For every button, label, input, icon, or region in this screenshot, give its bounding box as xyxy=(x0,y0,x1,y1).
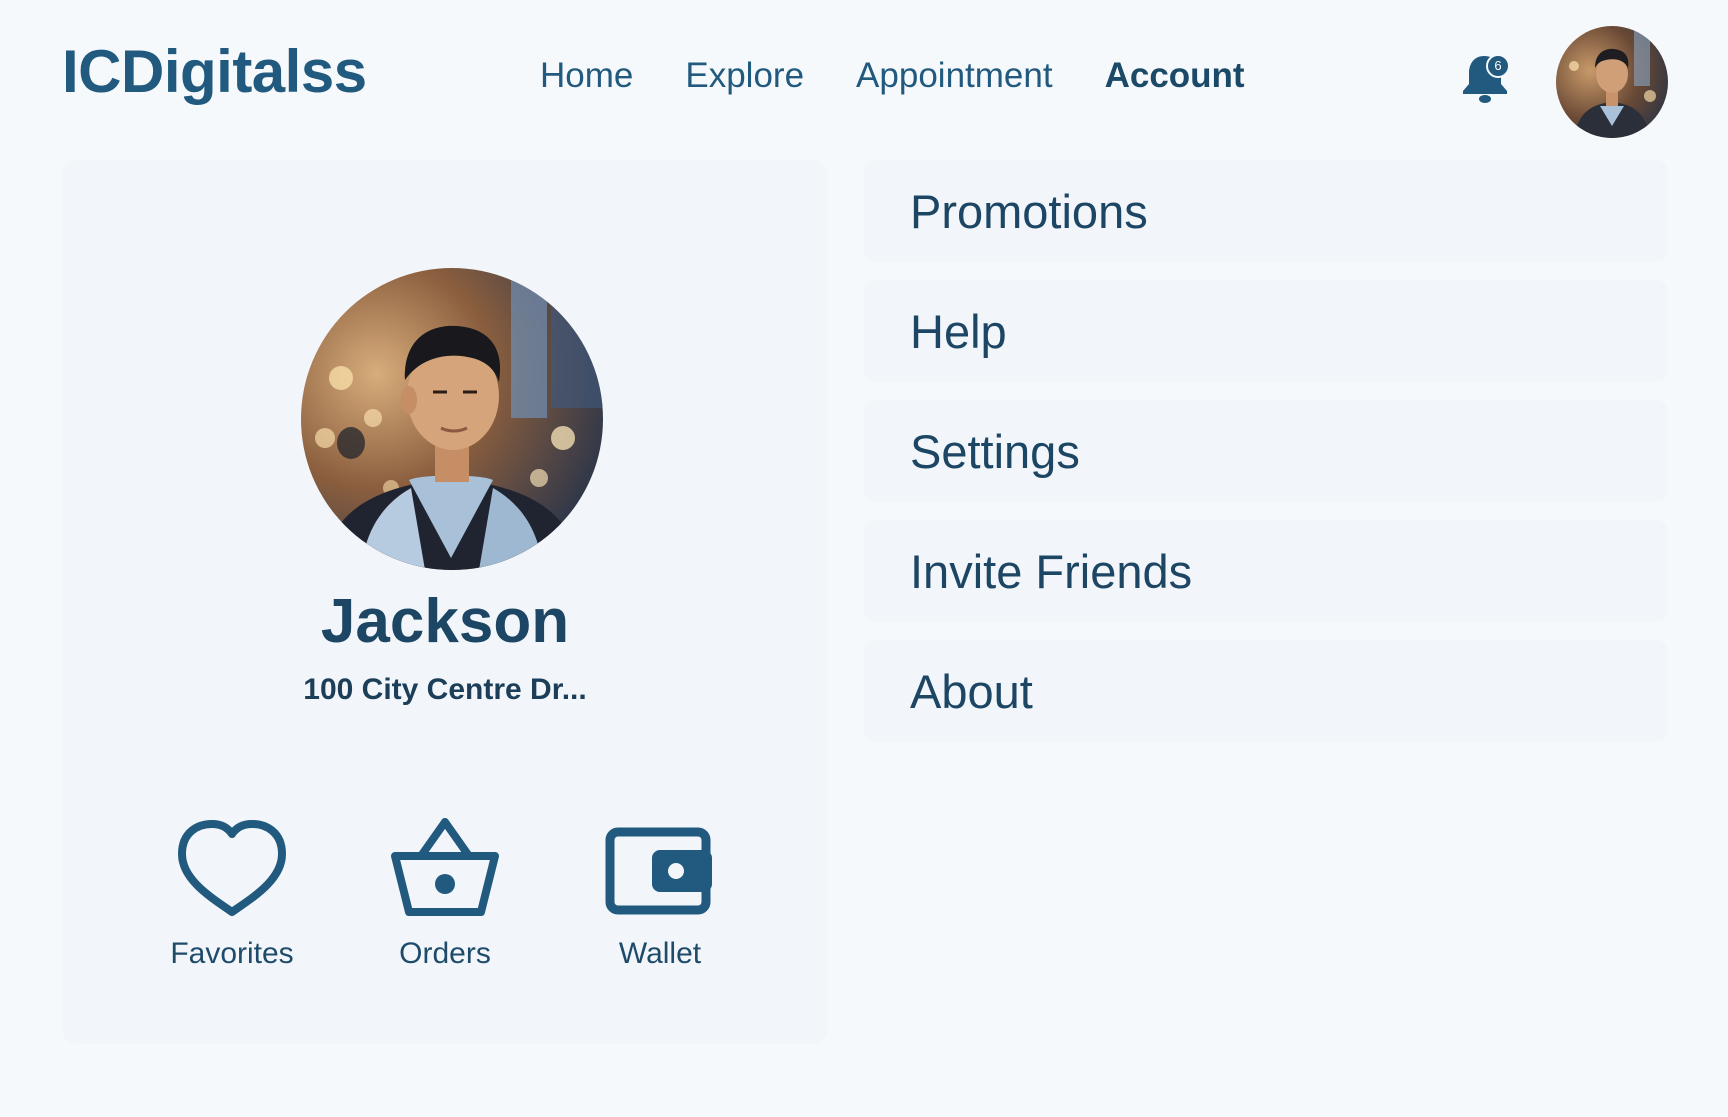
wallet-label: Wallet xyxy=(618,937,702,970)
main-nav: Home Explore Appointment Account xyxy=(540,50,1245,102)
basket-icon xyxy=(391,818,499,916)
menu-item-invite-friends[interactable]: Invite Friends xyxy=(864,520,1668,622)
nav-home[interactable]: Home xyxy=(540,50,633,102)
user-name: Jackson xyxy=(320,587,570,656)
nav-appointment[interactable]: Appointment xyxy=(856,50,1053,102)
menu-item-help[interactable]: Help xyxy=(864,280,1668,382)
favorites-button[interactable]: Favorites xyxy=(137,816,327,976)
heart-icon xyxy=(178,820,286,916)
favorites-label: Favorites xyxy=(170,937,294,970)
user-avatar[interactable] xyxy=(1556,26,1668,138)
menu-item-settings[interactable]: Settings xyxy=(864,400,1668,502)
wallet-button[interactable]: Wallet xyxy=(565,816,755,976)
app-logo[interactable]: ICDigitalss xyxy=(62,36,367,108)
nav-account[interactable]: Account xyxy=(1105,50,1245,102)
notification-count-badge: 6 xyxy=(1494,58,1501,73)
profile-card: Jackson 100 City Centre Dr... Favorites … xyxy=(62,160,828,1044)
orders-label: Orders xyxy=(399,937,491,970)
wallet-icon xyxy=(605,827,712,915)
profile-photo xyxy=(301,268,603,570)
menu-item-promotions[interactable]: Promotions xyxy=(864,160,1668,262)
bell-icon: 6 xyxy=(1463,54,1510,103)
account-menu: Promotions Help Settings Invite Friends … xyxy=(864,160,1668,760)
header: ICDigitalss Home Explore Appointment Acc… xyxy=(0,0,1728,150)
menu-item-about[interactable]: About xyxy=(864,640,1668,742)
notification-bell-button[interactable]: 6 xyxy=(1460,52,1512,106)
user-address: 100 City Centre Dr... xyxy=(303,673,587,706)
nav-explore[interactable]: Explore xyxy=(685,50,804,102)
orders-button[interactable]: Orders xyxy=(350,816,540,976)
